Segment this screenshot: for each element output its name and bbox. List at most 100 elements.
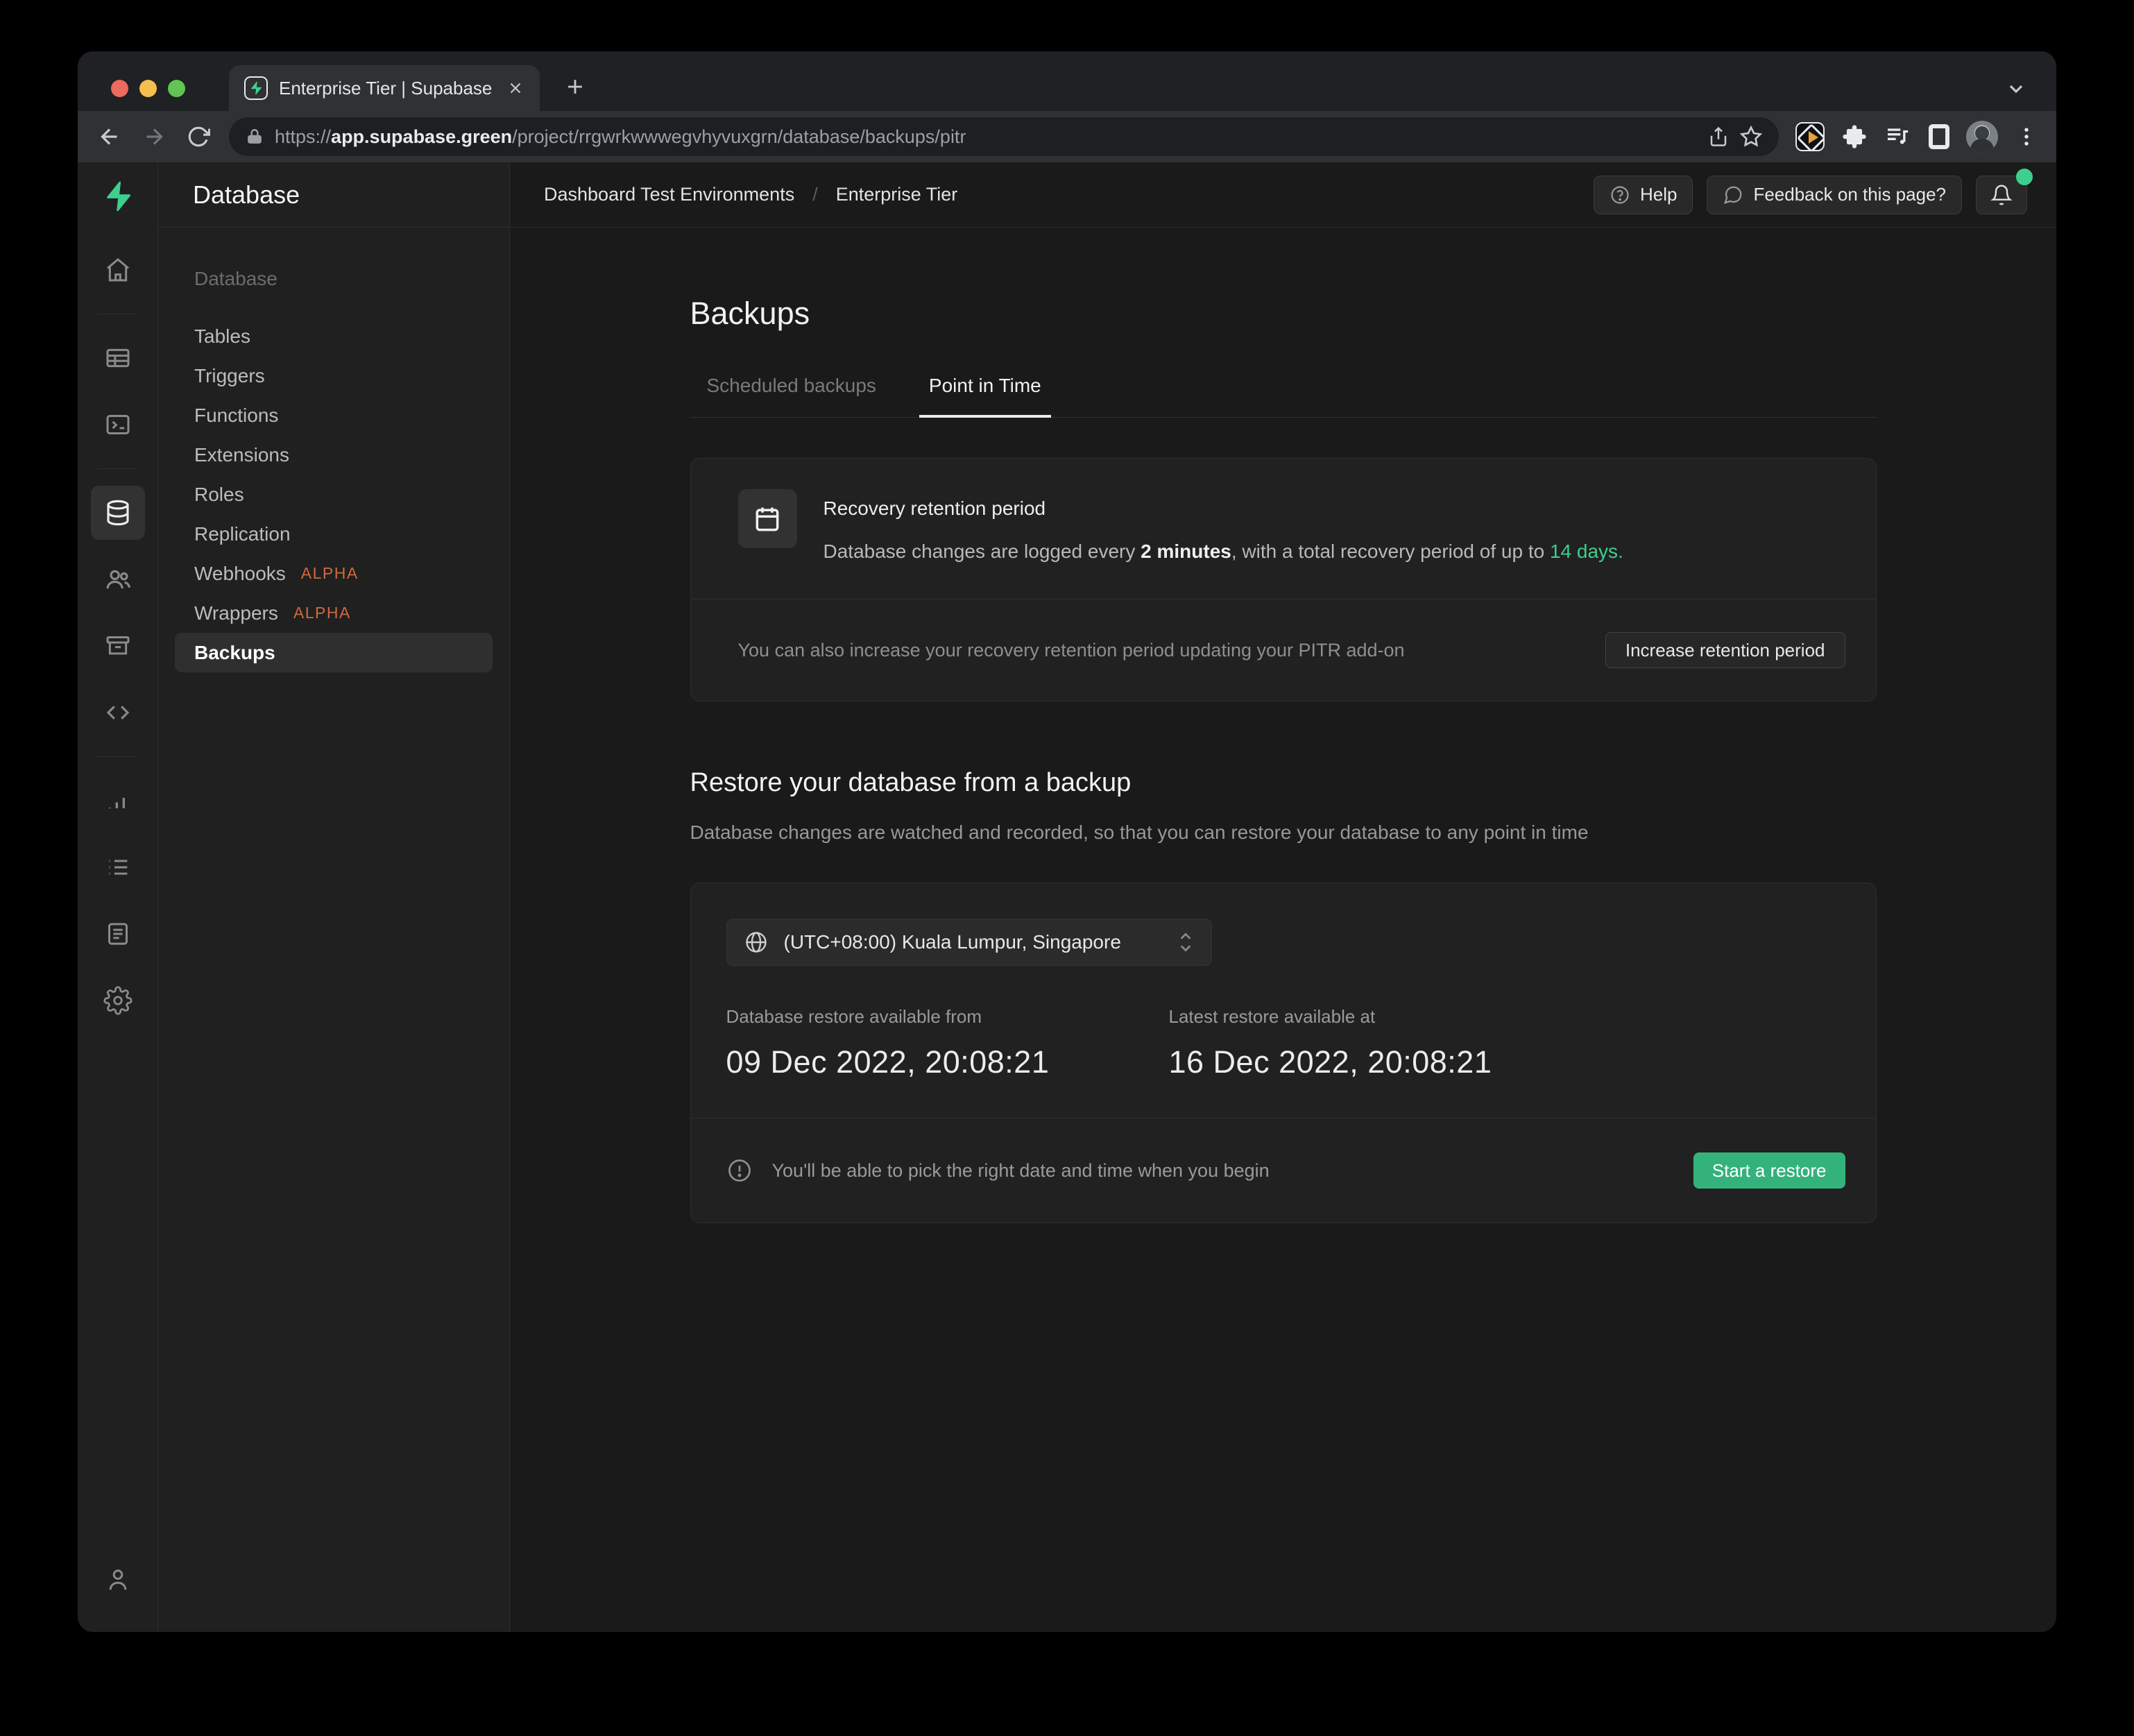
- rail-edge-functions-icon[interactable]: [91, 686, 145, 740]
- sidebar-menu: Database Tables Triggers Functions Exten…: [158, 228, 509, 672]
- alpha-badge: ALPHA: [293, 604, 351, 622]
- restore-section-subtitle: Database changes are watched and recorde…: [690, 822, 1877, 844]
- rail-database-icon[interactable]: [91, 486, 145, 540]
- supabase-app: Database Database Tables Triggers Functi…: [78, 162, 2056, 1632]
- retention-footer-text: You can also increase your recovery rete…: [738, 640, 1405, 661]
- screenshot-extension-icon[interactable]: [1795, 122, 1825, 151]
- restore-from-block: Database restore available from 09 Dec 2…: [726, 1006, 1169, 1080]
- rail-storage-icon[interactable]: [91, 619, 145, 673]
- share-icon[interactable]: [1708, 126, 1729, 147]
- forward-icon[interactable]: [140, 123, 168, 151]
- page-title: Backups: [690, 296, 1877, 332]
- sidebar-item-roles[interactable]: Roles: [175, 475, 493, 514]
- restore-from-label: Database restore available from: [726, 1006, 1169, 1028]
- notifications: [1976, 176, 2027, 214]
- side-panel-icon[interactable]: [1929, 124, 1949, 149]
- notification-dot: [2016, 169, 2033, 185]
- rail-account-user-icon[interactable]: [91, 1553, 145, 1607]
- restore-note: You'll be able to pick the right date an…: [772, 1160, 1270, 1182]
- browser-toolbar: https://app.supabase.green/project/rrgwr…: [78, 111, 2056, 162]
- rail-auth-icon[interactable]: [91, 552, 145, 606]
- close-window-button[interactable]: [111, 80, 128, 97]
- header-actions: Help Feedback on this page?: [1594, 176, 2027, 214]
- sidebar-item-tables[interactable]: Tables: [175, 316, 493, 356]
- rail-api-docs-icon[interactable]: [91, 907, 145, 961]
- main-header: Dashboard Test Environments / Enterprise…: [510, 162, 2056, 228]
- increase-retention-button[interactable]: Increase retention period: [1605, 632, 1845, 668]
- rail-settings-gear-icon[interactable]: [91, 973, 145, 1028]
- zoom-window-button[interactable]: [168, 80, 185, 97]
- browser-window: Enterprise Tier | Supabase https://app.s…: [78, 51, 2056, 1632]
- browser-menu-kebab-icon[interactable]: [2015, 125, 2038, 148]
- retention-title: Recovery retention period: [823, 497, 1623, 520]
- retention-days-link[interactable]: 14 days: [1550, 541, 1618, 562]
- lock-icon: [246, 128, 264, 146]
- tab-title: Enterprise Tier | Supabase: [279, 78, 495, 99]
- sidebar-item-wrappers[interactable]: WrappersALPHA: [175, 593, 493, 633]
- nav-rail: [78, 162, 158, 1632]
- timezone-value: (UTC+08:00) Kuala Lumpur, Singapore: [784, 931, 1161, 953]
- breadcrumb-project[interactable]: Enterprise Tier: [836, 184, 958, 205]
- bookmark-star-icon[interactable]: [1740, 126, 1762, 148]
- retention-description: Database changes are logged every 2 minu…: [823, 541, 1623, 563]
- extensions-puzzle-icon[interactable]: [1841, 124, 1868, 150]
- timezone-select[interactable]: (UTC+08:00) Kuala Lumpur, Singapore: [726, 919, 1212, 966]
- address-bar[interactable]: https://app.supabase.green/project/rrgwr…: [229, 117, 1779, 156]
- bell-icon: [1990, 184, 2013, 206]
- reload-icon[interactable]: [185, 123, 212, 151]
- sidebar-item-webhooks[interactable]: WebhooksALPHA: [175, 554, 493, 593]
- rail-sql-editor-icon[interactable]: [91, 398, 145, 452]
- tab-scheduled-backups[interactable]: Scheduled backups: [697, 375, 886, 418]
- supabase-favicon-icon: [244, 76, 268, 100]
- alpha-badge: ALPHA: [301, 564, 359, 583]
- main-panel: Dashboard Test Environments / Enterprise…: [510, 162, 2056, 1632]
- browser-profile-avatar[interactable]: [1966, 121, 1998, 153]
- rail-divider: [98, 468, 138, 469]
- minimize-window-button[interactable]: [139, 80, 157, 97]
- back-icon[interactable]: [96, 123, 123, 151]
- browser-tab-strip: Enterprise Tier | Supabase: [78, 51, 2056, 111]
- breadcrumb-org[interactable]: Dashboard Test Environments: [544, 184, 794, 205]
- sidebar-item-extensions[interactable]: Extensions: [175, 435, 493, 475]
- start-restore-button[interactable]: Start a restore: [1693, 1152, 1845, 1189]
- breadcrumb-separator: /: [812, 184, 818, 205]
- rail-table-editor-icon[interactable]: [91, 331, 145, 385]
- sidebar-item-triggers[interactable]: Triggers: [175, 356, 493, 395]
- backups-tabs: Scheduled backups Point in Time: [690, 375, 1877, 418]
- restore-card: (UTC+08:00) Kuala Lumpur, Singapore Data…: [690, 883, 1877, 1223]
- calendar-icon: [738, 489, 797, 548]
- globe-icon: [744, 930, 769, 955]
- feedback-button[interactable]: Feedback on this page?: [1707, 176, 1962, 214]
- restore-section-title: Restore your database from a backup: [690, 768, 1877, 798]
- rail-logs-icon[interactable]: [91, 840, 145, 894]
- rail-divider: [98, 756, 138, 757]
- retention-period-card: Recovery retention period Database chang…: [690, 458, 1877, 701]
- tab-point-in-time[interactable]: Point in Time: [919, 375, 1051, 418]
- tab-search-chevron-icon[interactable]: [2005, 78, 2027, 100]
- help-button[interactable]: Help: [1594, 176, 1693, 214]
- url-text: https://app.supabase.green/project/rrgwr…: [275, 126, 1697, 148]
- browser-tab[interactable]: Enterprise Tier | Supabase: [229, 65, 540, 111]
- sidebar-section-label: Database: [175, 268, 493, 290]
- window-controls: [111, 80, 185, 97]
- breadcrumb: Dashboard Test Environments / Enterprise…: [544, 184, 957, 205]
- sidebar-title: Database: [158, 162, 509, 228]
- sidebar-item-replication[interactable]: Replication: [175, 514, 493, 554]
- select-chevrons-icon: [1177, 930, 1195, 954]
- sidebar-item-functions[interactable]: Functions: [175, 395, 493, 435]
- supabase-logo-icon[interactable]: [102, 180, 134, 212]
- close-tab-icon[interactable]: [506, 79, 524, 97]
- restore-to-label: Latest restore available at: [1169, 1006, 1492, 1028]
- rail-home-icon[interactable]: [91, 243, 145, 297]
- content-area: Backups Scheduled backups Point in Time …: [510, 228, 2056, 1632]
- restore-from-value: 09 Dec 2022, 20:08:21: [726, 1044, 1169, 1080]
- rail-reports-icon[interactable]: [91, 774, 145, 828]
- info-circle-icon: [726, 1157, 753, 1184]
- media-playlist-icon[interactable]: [1884, 123, 1912, 151]
- restore-to-value: 16 Dec 2022, 20:08:21: [1169, 1044, 1492, 1080]
- restore-to-block: Latest restore available at 16 Dec 2022,…: [1169, 1006, 1492, 1080]
- chat-bubble-icon: [1723, 185, 1743, 205]
- new-tab-button[interactable]: [563, 75, 587, 99]
- sidebar-item-backups[interactable]: Backups: [175, 633, 493, 672]
- help-circle-icon: [1610, 185, 1630, 205]
